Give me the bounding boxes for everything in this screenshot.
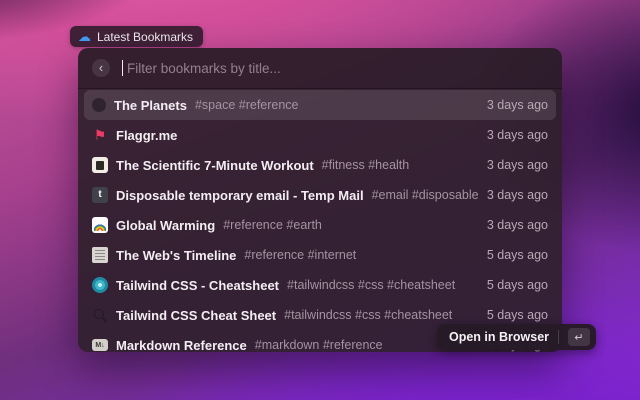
bookmark-time: 5 days ago [486, 308, 548, 322]
cloud-icon: ☁ [78, 29, 91, 44]
bookmark-list: The Planets #space #reference 3 days ago… [78, 90, 562, 352]
enter-key-icon: ↵ [568, 328, 591, 346]
hint-divider [558, 330, 560, 344]
bookmark-row[interactable]: Tailwind CSS - Cheatsheet #tailwindcss #… [84, 270, 556, 300]
markdown-icon: M↓ [92, 339, 108, 351]
planet-icon [92, 98, 106, 112]
bookmark-title: Disposable temporary email - Temp Mail [116, 187, 364, 203]
bookmark-row[interactable]: t Disposable temporary email - Temp Mail… [84, 180, 556, 210]
bookmark-time: 5 days ago [486, 278, 548, 292]
bookmark-title: Markdown Reference [116, 337, 247, 353]
command-pill-label: Latest Bookmarks [97, 29, 194, 44]
bookmark-title: Tailwind CSS Cheat Sheet [116, 307, 277, 323]
bookmark-row[interactable]: The Scientific 7-Minute Workout #fitness… [84, 150, 556, 180]
bookmark-tags: #fitness #health [321, 158, 410, 172]
back-button[interactable]: ‹ [92, 59, 110, 77]
bookmark-tags: #tailwindcss #css #cheatsheet [287, 278, 456, 292]
bookmark-title: Global Warming [116, 217, 216, 233]
bookmark-tags: #reference #earth [223, 218, 322, 232]
search-input[interactable] [127, 60, 548, 76]
bookmark-row[interactable]: The Web's Timeline #reference #internet … [84, 240, 556, 270]
open-in-browser-label: Open in Browser [449, 330, 550, 344]
rainbow-icon [92, 217, 108, 233]
bookmark-title: Flaggr.me [116, 127, 178, 143]
bookmark-row[interactable]: ⚑ Flaggr.me 3 days ago [84, 120, 556, 150]
command-pill: ☁ Latest Bookmarks [70, 26, 204, 47]
wallpaper: { "command_pill": { "icon": "cloud-icon"… [0, 0, 640, 400]
search-bar: ‹ [78, 48, 562, 89]
text-caret [122, 60, 123, 76]
bookmark-time: 3 days ago [486, 188, 548, 202]
flag-icon: ⚑ [93, 127, 107, 143]
bookmark-tags: #space #reference [194, 98, 299, 112]
bookmark-time: 3 days ago [486, 158, 548, 172]
bookmark-time: 3 days ago [486, 98, 548, 112]
bookmark-title: The Scientific 7-Minute Workout [116, 157, 314, 173]
bookmark-title: The Web's Timeline [116, 247, 237, 263]
bookmarks-panel: ‹ The Planets #space #reference 3 days a… [78, 48, 562, 352]
bookmark-tags: #reference #internet [244, 248, 357, 262]
bookmark-time: 5 days ago [486, 248, 548, 262]
timeline-icon [92, 247, 108, 263]
open-in-browser-hint[interactable]: Open in Browser ↵ [437, 324, 597, 350]
bookmark-tags: #markdown #reference [254, 338, 383, 352]
workout-icon [92, 157, 108, 173]
chevron-left-icon: ‹ [98, 59, 104, 75]
bookmark-time: 3 days ago [486, 128, 548, 142]
bookmark-title: Tailwind CSS - Cheatsheet [116, 277, 280, 293]
bookmark-row[interactable]: Global Warming #reference #earth 3 days … [84, 210, 556, 240]
tailwind-icon [92, 277, 108, 293]
tempmail-icon: t [92, 187, 108, 203]
bookmark-row[interactable]: The Planets #space #reference 3 days ago [84, 90, 556, 120]
bookmark-title: The Planets [114, 97, 187, 113]
magnifier-icon [92, 307, 108, 323]
bookmark-tags: #email #disposable [371, 188, 479, 202]
bookmark-tags: #tailwindcss #css #cheatsheet [284, 308, 453, 322]
bookmark-time: 3 days ago [486, 218, 548, 232]
